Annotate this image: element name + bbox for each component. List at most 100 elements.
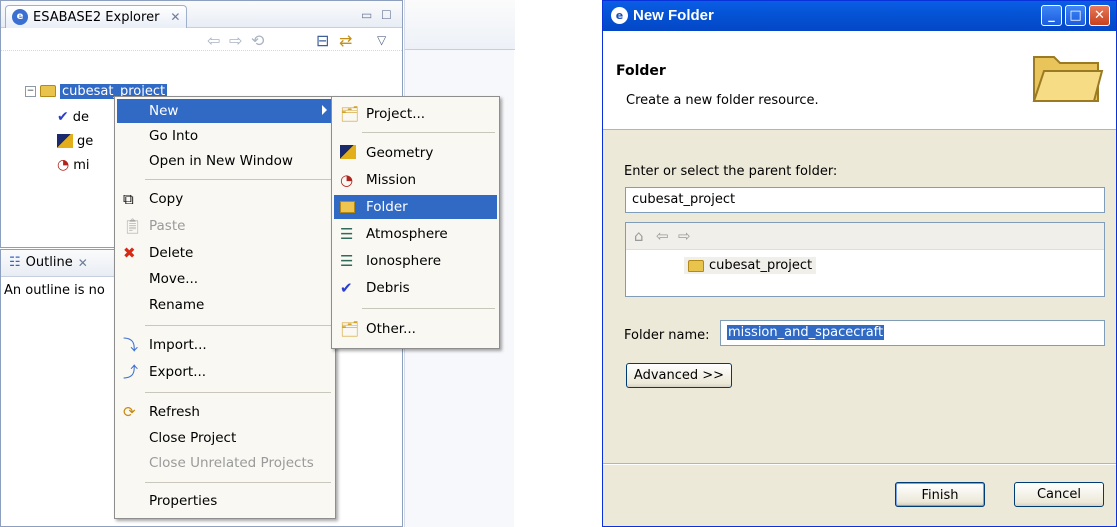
menu-item-copy[interactable]: ⧉ Copy (117, 187, 333, 211)
atmosphere-icon: ☰ (340, 225, 354, 243)
menu-separator (145, 325, 331, 326)
banner-description: Create a new folder resource. (626, 93, 819, 108)
mission-icon: ◔ (57, 157, 70, 173)
new-folder-dialog: e New Folder _ □ ✕ Folder Create a new f… (602, 0, 1117, 527)
copy-icon: ⧉ (123, 190, 134, 208)
folder-name-field[interactable]: mission_and_spacecraft (720, 320, 1105, 346)
outline-tab-label: Outline (25, 255, 73, 270)
tree-item-child[interactable]: ◔ mi (57, 155, 90, 175)
tree-item-child[interactable]: ge (57, 131, 93, 151)
outline-tab[interactable]: ☷ Outline ✕ (9, 255, 88, 270)
tree-nav-bar: ⌂ ⇦ ⇨ (626, 223, 1104, 250)
submenu-arrow-icon (322, 105, 327, 115)
menu-item-move[interactable]: Move... (117, 267, 333, 291)
delete-icon: ✖ (123, 244, 136, 262)
explorer-tab[interactable]: e ESABASE2 Explorer ✕ (5, 5, 188, 28)
import-icon: ⤵ (123, 336, 139, 354)
ionosphere-icon: ☰ (340, 252, 354, 270)
other-icon: 🗂︎ (340, 320, 360, 338)
menu-item-export[interactable]: ⤴ Export... (117, 360, 333, 384)
cancel-button[interactable]: Cancel (1014, 482, 1104, 507)
collapse-all-icon[interactable]: ⊟ (316, 31, 329, 50)
link-editor-icon[interactable]: ⇄ (339, 31, 352, 50)
dialog-title: New Folder (633, 7, 714, 24)
close-icon[interactable]: ✕ (170, 10, 180, 24)
menu-separator (362, 308, 495, 309)
advanced-button[interactable]: Advanced >> (626, 363, 732, 388)
folder-icon (1032, 56, 1104, 102)
menu-item-rename[interactable]: Rename (117, 293, 333, 317)
view-menu-icon[interactable]: ▽ (377, 33, 386, 47)
export-icon: ⤴ (123, 363, 139, 381)
tree-item-label: ge (77, 133, 94, 149)
explorer-toolbar: ⇦ ⇨ ⟲ ⊟ ⇄ ▽ (1, 29, 402, 51)
menu-separator (362, 132, 495, 133)
outline-icon: ☷ (9, 255, 21, 270)
open-folder-icon (688, 259, 704, 272)
collapse-toggle-icon[interactable]: − (25, 85, 36, 97)
debris-icon: ✔ (57, 109, 69, 125)
menu-item-atmosphere[interactable]: ☰ Atmosphere (334, 222, 497, 246)
menu-item-paste: 📋︎ Paste (123, 217, 186, 235)
home-icon[interactable]: ⌂ (634, 227, 644, 245)
menu-item-ionosphere[interactable]: ☰ Ionosphere (334, 249, 497, 273)
app-icon: e (611, 7, 628, 24)
menu-separator (145, 482, 331, 483)
menu-item-close-unrelated-projects: Close Unrelated Projects (149, 455, 314, 471)
back-arrow-icon[interactable]: ⇦ (656, 227, 669, 245)
menu-separator (145, 179, 331, 180)
close-icon[interactable]: ✕ (78, 256, 88, 270)
outline-message: An outline is no (4, 283, 105, 298)
menu-item-delete[interactable]: ✖ Delete (117, 241, 333, 265)
up-icon[interactable]: ⟲ (251, 31, 264, 50)
context-menu: New Go Into Open in New Window ⧉ Copy 📋︎… (114, 96, 336, 519)
menu-item-go-into[interactable]: Go Into (117, 124, 333, 148)
open-folder-icon (40, 85, 56, 97)
tree-item-label: de (72, 109, 89, 125)
tree-item-child[interactable]: ✔ de (57, 107, 89, 127)
finish-button[interactable]: Finish (895, 482, 985, 507)
dialog-separator (603, 463, 1116, 465)
esabase-icon: e (12, 9, 28, 25)
menu-item-folder[interactable]: Folder (334, 195, 497, 219)
paste-icon: 📋︎ (123, 217, 143, 235)
tree-item-project[interactable]: cubesat_project (684, 257, 817, 274)
menu-item-project[interactable]: 🗂︎ Project... (334, 102, 497, 126)
back-arrow-icon[interactable]: ⇦ (207, 31, 220, 50)
banner-heading: Folder (616, 63, 666, 79)
menu-item-open-in-new-window[interactable]: Open in New Window (117, 149, 333, 173)
folder-tree[interactable]: ⌂ ⇦ ⇨ cubesat_project (625, 222, 1105, 297)
menu-item-debris[interactable]: ✔ Debris (334, 276, 497, 300)
menu-item-new[interactable]: New (117, 99, 333, 123)
menu-separator (145, 392, 331, 393)
dialog-titlebar[interactable]: e New Folder _ □ ✕ (603, 1, 1116, 31)
parent-folder-label: Enter or select the parent folder: (624, 164, 838, 179)
menu-item-close-project[interactable]: Close Project (117, 426, 333, 450)
new-project-icon: 🗂︎ (340, 105, 360, 123)
geometry-icon (57, 134, 73, 148)
menu-item-properties[interactable]: Properties (117, 489, 333, 513)
menu-item-mission[interactable]: ◔ Mission (334, 168, 497, 192)
folder-name-label: Folder name: (624, 328, 710, 343)
maximize-button[interactable]: □ (1065, 5, 1086, 26)
mission-icon: ◔ (340, 171, 354, 189)
forward-arrow-icon[interactable]: ⇨ (678, 227, 691, 245)
menu-item-other[interactable]: 🗂︎ Other... (334, 317, 497, 341)
parent-folder-field[interactable]: cubesat_project (625, 187, 1105, 213)
dialog-banner: Folder Create a new folder resource. (603, 31, 1116, 130)
explorer-tabbar: e ESABASE2 Explorer ✕ ▭ ☐ (1, 1, 402, 28)
tree-item-label: cubesat_project (709, 258, 813, 273)
menu-item-geometry[interactable]: Geometry (334, 141, 497, 165)
menu-item-import[interactable]: ⤵ Import... (117, 333, 333, 357)
forward-arrow-icon[interactable]: ⇨ (229, 31, 242, 50)
minimize-button[interactable]: _ (1041, 5, 1062, 26)
new-folder-icon (340, 199, 358, 215)
minimize-icon[interactable]: ▭ (361, 8, 372, 22)
menu-item-refresh[interactable]: ⟳ Refresh (117, 400, 333, 424)
refresh-icon: ⟳ (123, 403, 136, 421)
debris-icon: ✔ (340, 279, 353, 297)
explorer-tab-label: ESABASE2 Explorer (33, 9, 160, 25)
maximize-icon[interactable]: ☐ (381, 8, 392, 22)
geometry-icon (340, 145, 356, 159)
close-button[interactable]: ✕ (1089, 5, 1110, 26)
